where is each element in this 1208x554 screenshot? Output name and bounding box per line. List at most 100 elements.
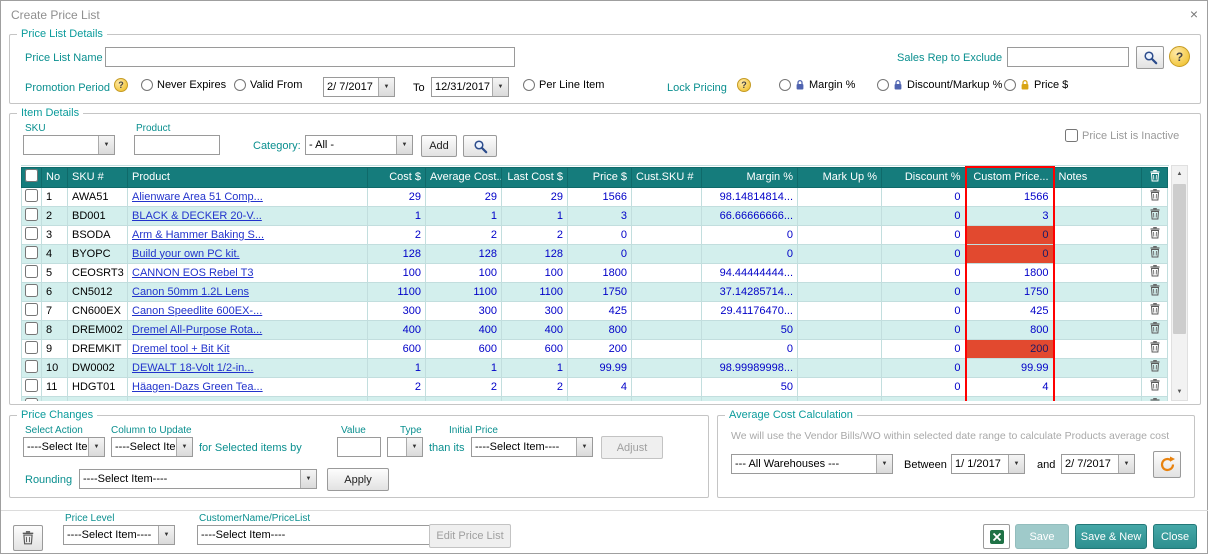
trash-icon[interactable] [1150, 208, 1160, 220]
row-checkbox[interactable] [25, 303, 38, 316]
customer-pricelist-combo[interactable]: ----Select Item---- ▼ [197, 525, 447, 545]
notes-cell[interactable] [1054, 187, 1142, 206]
delete-row-button[interactable] [1142, 244, 1168, 263]
scrollbar-track[interactable] [1172, 182, 1187, 384]
scroll-up-icon[interactable]: ▲ [1172, 166, 1187, 182]
custom-price-cell[interactable]: 1800 [966, 263, 1054, 282]
valid-from-radio[interactable] [234, 79, 246, 91]
product-link[interactable]: BLACK & DECKER 20-V... [132, 210, 262, 222]
per-line-item-radio[interactable] [523, 79, 535, 91]
sales-rep-search-button[interactable] [1136, 46, 1164, 69]
price-level-combo[interactable]: ----Select Item---- ▼ [63, 525, 175, 545]
custom-price-cell[interactable]: 99.99 [966, 358, 1054, 377]
custom-price-cell[interactable]: 0 [966, 244, 1054, 263]
radio-never-expires[interactable]: Never Expires [141, 79, 226, 91]
product-link[interactable]: DEWALT 18-Volt 1/2-in... [132, 362, 253, 374]
select-all-checkbox[interactable] [25, 169, 38, 182]
notes-cell[interactable] [1054, 263, 1142, 282]
product-link[interactable]: Dremel tool + Bit Kit [132, 343, 230, 355]
row-checkbox[interactable] [25, 227, 38, 240]
custom-price-cell[interactable]: 1566 [966, 187, 1054, 206]
product-link[interactable]: Häagen-Dazs Green Tea... [132, 381, 263, 393]
row-checkbox[interactable] [25, 398, 38, 402]
valid-to-date-picker[interactable]: 12/31/2017 ▼ [431, 77, 509, 97]
inactive-checkbox-box[interactable] [1065, 129, 1078, 142]
row-checkbox[interactable] [25, 284, 38, 297]
row-checkbox[interactable] [25, 246, 38, 259]
scroll-down-icon[interactable]: ▼ [1172, 384, 1187, 400]
column-header[interactable]: Price $ [568, 167, 632, 187]
category-combo[interactable]: - All - ▼ [305, 135, 413, 155]
trash-icon[interactable] [1150, 360, 1160, 372]
notes-cell[interactable] [1054, 396, 1142, 401]
custom-price-cell[interactable]: 4 [966, 377, 1054, 396]
table-vertical-scrollbar[interactable]: ▲ ▼ [1171, 165, 1188, 401]
column-header[interactable]: Margin % [702, 167, 798, 187]
avg-from-date-picker[interactable]: 1/ 1/2017 ▼ [951, 454, 1025, 474]
price-list-name-input[interactable] [105, 47, 515, 67]
trash-icon[interactable] [1150, 265, 1160, 277]
add-button[interactable]: Add [421, 135, 457, 157]
cust-sku-cell[interactable] [632, 301, 702, 320]
row-checkbox[interactable] [25, 322, 38, 335]
valid-from-date-picker[interactable]: 2/ 7/2017 ▼ [323, 77, 395, 97]
trash-icon[interactable] [1150, 189, 1160, 201]
item-search-button[interactable] [463, 135, 497, 157]
cust-sku-cell[interactable] [632, 263, 702, 282]
column-header[interactable]: Cost $ [368, 167, 426, 187]
notes-cell[interactable] [1054, 301, 1142, 320]
initial-price-combo[interactable]: ----Select Item---- ▼ [471, 437, 593, 457]
save-and-new-button[interactable]: Save & New [1075, 524, 1147, 549]
notes-cell[interactable] [1054, 206, 1142, 225]
product-link[interactable]: Intel® Pentium G3248 [132, 400, 240, 402]
type-combo[interactable]: ▼ [387, 437, 423, 457]
window-close-icon[interactable]: × [1185, 6, 1203, 22]
row-checkbox[interactable] [25, 189, 38, 202]
column-header[interactable]: Cust.SKU # [632, 167, 702, 187]
cust-sku-cell[interactable] [632, 282, 702, 301]
delete-row-button[interactable] [1142, 206, 1168, 225]
row-checkbox[interactable] [25, 360, 38, 373]
column-header[interactable]: No [42, 167, 68, 187]
column-header[interactable]: Notes [1054, 167, 1142, 187]
trash-icon[interactable] [1150, 379, 1160, 391]
never-expires-radio[interactable] [141, 79, 153, 91]
cust-sku-cell[interactable] [632, 377, 702, 396]
product-link[interactable]: Build your own PC kit. [132, 248, 240, 260]
value-input[interactable] [337, 437, 381, 457]
row-checkbox[interactable] [25, 341, 38, 354]
delete-row-button[interactable] [1142, 377, 1168, 396]
trash-icon[interactable] [1150, 322, 1160, 334]
trash-icon[interactable] [1150, 284, 1160, 296]
cust-sku-cell[interactable] [632, 187, 702, 206]
column-header[interactable]: Last Cost $ [502, 167, 568, 187]
column-header[interactable]: SKU # [68, 167, 128, 187]
product-search-input[interactable] [134, 135, 220, 155]
notes-cell[interactable] [1054, 358, 1142, 377]
cust-sku-cell[interactable] [632, 339, 702, 358]
product-link[interactable]: Canon 50mm 1.2L Lens [132, 286, 249, 298]
notes-cell[interactable] [1054, 282, 1142, 301]
delete-row-button[interactable] [1142, 320, 1168, 339]
rounding-combo[interactable]: ----Select Item---- ▼ [79, 469, 317, 489]
product-link[interactable]: Arm & Hammer Baking S... [132, 229, 264, 241]
notes-cell[interactable] [1054, 377, 1142, 396]
edit-price-list-button[interactable]: Edit Price List [429, 524, 511, 548]
notes-cell[interactable] [1054, 225, 1142, 244]
lock-margin-radio[interactable] [779, 79, 791, 91]
custom-price-cell[interactable]: 1750 [966, 282, 1054, 301]
notes-cell[interactable] [1054, 320, 1142, 339]
custom-price-cell[interactable]: 3 [966, 206, 1054, 225]
help-icon[interactable]: ? [1169, 46, 1190, 67]
column-header[interactable]: Average Cost... [426, 167, 502, 187]
column-header[interactable]: Discount % [882, 167, 966, 187]
trash-icon[interactable] [1150, 303, 1160, 315]
custom-price-cell[interactable]: 425 [966, 301, 1054, 320]
custom-price-cell[interactable]: 0 [966, 225, 1054, 244]
export-excel-button[interactable] [983, 524, 1010, 549]
trash-icon[interactable] [1150, 398, 1160, 401]
delete-row-button[interactable] [1142, 301, 1168, 320]
apply-button[interactable]: Apply [327, 468, 389, 491]
product-link[interactable]: Alienware Area 51 Comp... [132, 191, 263, 203]
row-checkbox[interactable] [25, 265, 38, 278]
